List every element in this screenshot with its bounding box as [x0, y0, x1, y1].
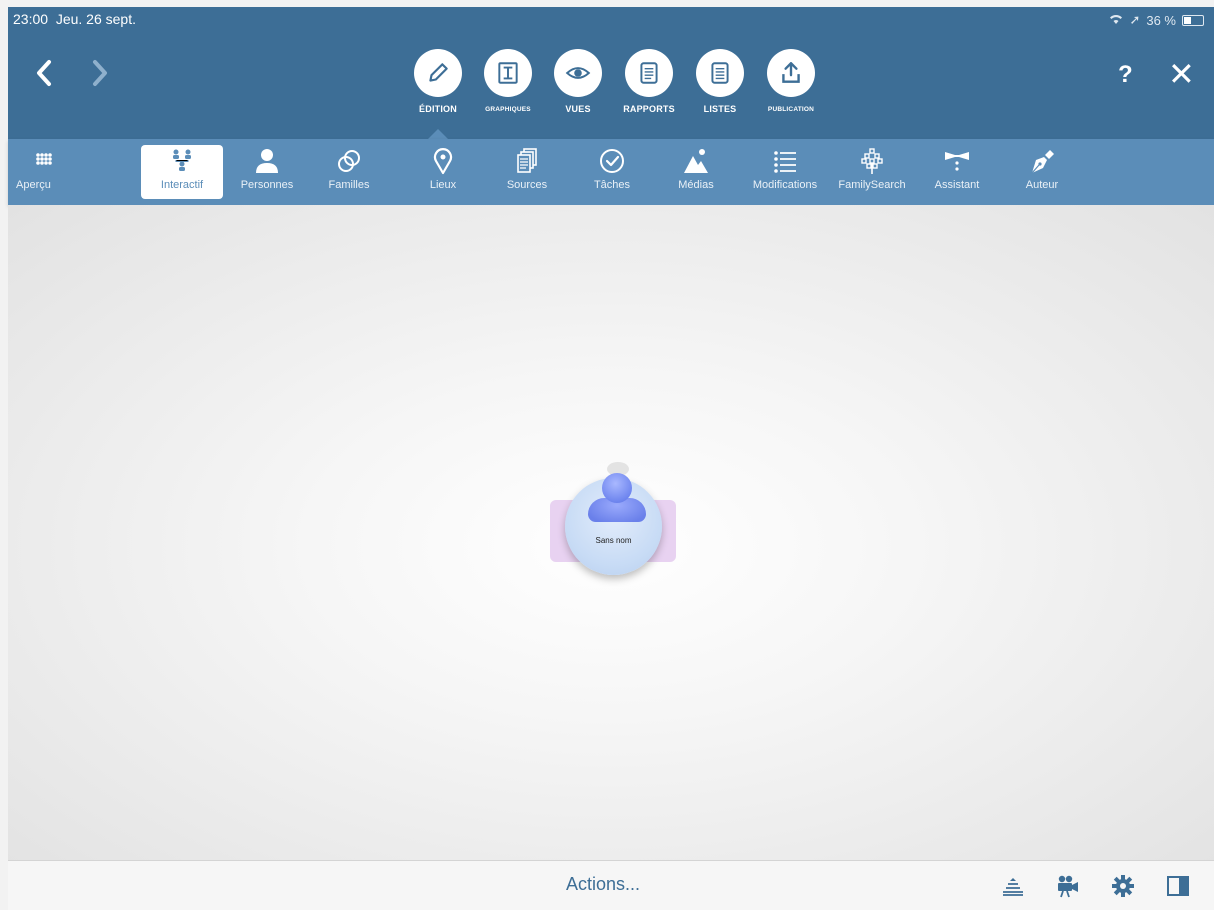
tab-graphiques[interactable]: GRAPHIQUES	[468, 49, 548, 113]
toolbar-label: Modifications	[752, 179, 818, 191]
toolbar-label: Familles	[328, 179, 370, 191]
tab-label: RAPPORTS	[623, 104, 675, 114]
toolbar-item-lieux[interactable]: Lieux	[403, 145, 483, 199]
rings-icon	[309, 145, 389, 177]
close-button[interactable]: ✕	[1168, 55, 1195, 93]
toolbar-label: Aperçu	[16, 179, 51, 191]
tab-label: PUBLICATION	[767, 106, 815, 113]
layers-icon[interactable]	[1000, 873, 1026, 899]
tab-vues[interactable]: VUES	[538, 49, 618, 114]
camera-icon[interactable]	[1055, 873, 1081, 899]
tab-label: LISTES	[703, 104, 737, 114]
eye-icon	[554, 49, 602, 97]
toolbar-label: Médias	[678, 179, 714, 191]
check-circle-icon	[572, 145, 652, 177]
toolbar-label: Sources	[506, 179, 548, 191]
list-icon	[742, 145, 828, 177]
toolbar-label: Tâches	[593, 179, 631, 191]
toolbar-item-familysearch[interactable]: FamilySearch	[826, 145, 918, 199]
toolbar-label: Auteur	[1025, 179, 1059, 191]
tab-label: GRAPHIQUES	[485, 106, 531, 113]
toolbar-item-personnes[interactable]: Personnes	[227, 145, 307, 199]
mountain-icon	[656, 145, 736, 177]
upload-icon	[767, 49, 815, 97]
chart-icon	[484, 49, 532, 97]
toolbar-item-apercu[interactable]: Aperçu	[4, 145, 84, 199]
toolbar-item-auteur[interactable]: Auteur	[1002, 145, 1082, 199]
gear-icon[interactable]	[1110, 873, 1136, 899]
tab-rapports[interactable]: RAPPORTS	[609, 49, 689, 114]
familysearch-icon	[826, 145, 918, 177]
documents-icon	[487, 145, 567, 177]
toolbar-label: FamilySearch	[838, 179, 906, 191]
active-tab-pointer	[428, 129, 448, 139]
list-doc-icon	[696, 49, 744, 97]
tab-label: ÉDITION	[419, 104, 457, 114]
tab-label: VUES	[565, 104, 591, 114]
toolbar-label: Assistant	[934, 179, 980, 191]
person-icon	[227, 145, 307, 177]
tab-edition[interactable]: ÉDITION	[398, 49, 478, 114]
toolbar: Aperçu Interactif Personnes Familles Lie…	[8, 139, 1214, 205]
tree-canvas[interactable]: Sans nom	[8, 205, 1214, 860]
bowtie-icon	[917, 145, 997, 177]
person-node[interactable]: Sans nom	[550, 460, 678, 590]
toolbar-label: Lieux	[429, 179, 457, 191]
toolbar-item-assistant[interactable]: Assistant	[917, 145, 997, 199]
toolbar-item-familles[interactable]: Familles	[309, 145, 389, 199]
person-name: Sans nom	[595, 536, 632, 545]
toolbar-item-modifications[interactable]: Modifications	[742, 145, 828, 199]
toolbar-item-taches[interactable]: Tâches	[572, 145, 652, 199]
person-head-icon	[602, 473, 632, 503]
actions-button[interactable]: Actions...	[528, 874, 678, 895]
report-icon	[625, 49, 673, 97]
toolbar-item-sources[interactable]: Sources	[487, 145, 567, 199]
tree-icon	[141, 145, 223, 177]
bottom-bar: Actions...	[8, 860, 1214, 910]
tab-publication[interactable]: PUBLICATION	[751, 49, 831, 113]
sidebar-icon[interactable]	[1165, 873, 1191, 899]
top-header: 23:00 Jeu. 26 sept. ➚ 36 % ÉDITION GRAPH…	[8, 7, 1214, 139]
pencil-icon	[414, 49, 462, 97]
mode-tabs: ÉDITION GRAPHIQUES VUES RAPPORTS LISTES	[8, 7, 1214, 139]
grid-icon	[4, 145, 84, 177]
toolbar-item-interactif[interactable]: Interactif	[141, 145, 223, 199]
toolbar-label: Personnes	[240, 179, 294, 191]
tab-listes[interactable]: LISTES	[680, 49, 760, 114]
help-button[interactable]: ?	[1118, 61, 1133, 89]
toolbar-item-medias[interactable]: Médias	[656, 145, 736, 199]
pin-icon	[403, 145, 483, 177]
pen-nib-icon	[1002, 145, 1082, 177]
toolbar-label: Interactif	[160, 179, 204, 191]
